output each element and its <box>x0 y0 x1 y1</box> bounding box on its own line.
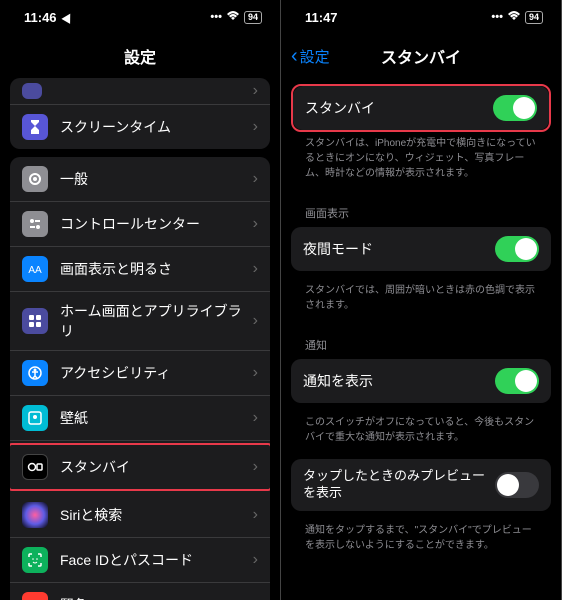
row-partial[interactable]: › <box>10 78 270 105</box>
battery-icon: 94 <box>244 11 262 24</box>
navbar: 設定 <box>0 34 280 78</box>
status-bar: 11:46 ••• 94 <box>0 0 280 34</box>
night-footer: スタンバイでは、周囲が暗いときは赤の色調で表示されます。 <box>291 279 551 327</box>
brightness-icon: AA <box>22 256 48 282</box>
page-title: スタンバイ <box>381 44 461 68</box>
clock: 11:46 <box>24 10 57 25</box>
row-display[interactable]: AA 画面表示と明るさ › <box>10 247 270 292</box>
sliders-icon <box>22 211 48 237</box>
chevron-right-icon: › <box>253 596 258 600</box>
svg-text:AA: AA <box>28 265 42 276</box>
row-faceid[interactable]: Face IDとパスコード › <box>10 538 270 583</box>
row-show-notifications[interactable]: 通知を表示 <box>291 359 551 403</box>
row-night-mode[interactable]: 夜間モード <box>291 227 551 271</box>
wallpaper-icon <box>22 405 48 431</box>
row-siri[interactable]: Siriと検索 › <box>10 493 270 538</box>
navbar: ‹ 設定 スタンバイ <box>281 34 561 78</box>
wifi-icon <box>226 11 240 24</box>
chevron-right-icon: › <box>253 506 258 524</box>
chevron-right-icon: › <box>253 82 258 100</box>
show-notif-toggle[interactable] <box>495 368 539 394</box>
show-notif-footer: このスイッチがオフになっていると、今後もスタンバイで重大な通知が表示されます。 <box>291 411 551 459</box>
chevron-right-icon: › <box>253 215 258 233</box>
siri-icon <box>22 502 48 528</box>
location-icon <box>61 11 74 24</box>
row-accessibility[interactable]: アクセシビリティ › <box>10 351 270 396</box>
accessibility-icon <box>22 360 48 386</box>
back-button[interactable]: ‹ 設定 <box>291 46 330 67</box>
standby-settings-screen: 11:47 ••• 94 ‹ 設定 スタンバイ スタンバイ <box>281 0 562 600</box>
row-control-center[interactable]: コントロールセンター › <box>10 202 270 247</box>
chevron-right-icon: › <box>253 551 258 569</box>
wifi-icon <box>507 11 521 24</box>
cellular-icon: ••• <box>210 11 222 23</box>
gear-icon <box>22 166 48 192</box>
standby-toggle[interactable] <box>493 95 537 121</box>
chevron-left-icon: ‹ <box>291 46 298 66</box>
row-screentime[interactable]: スクリーンタイム › <box>10 105 270 149</box>
cellular-icon: ••• <box>491 11 503 23</box>
night-mode-toggle[interactable] <box>495 236 539 262</box>
chevron-right-icon: › <box>253 260 258 278</box>
standby-icon <box>22 454 48 480</box>
preview-footer: 通知をタップするまで、"スタンバイ"でプレビューを表示しないようにすることができ… <box>291 519 551 567</box>
status-bar: 11:47 ••• 94 <box>281 0 561 34</box>
preview-toggle[interactable] <box>495 472 539 498</box>
chevron-right-icon: › <box>253 458 258 476</box>
icon-partial <box>22 83 42 99</box>
battery-icon: 94 <box>525 11 543 24</box>
chevron-right-icon: › <box>253 170 258 188</box>
chevron-right-icon: › <box>253 364 258 382</box>
faceid-icon <box>22 547 48 573</box>
sos-icon: SOS <box>22 592 48 600</box>
grid-icon <box>22 308 48 334</box>
chevron-right-icon: › <box>253 312 258 330</box>
section-notifications: 通知 <box>291 327 551 359</box>
row-wallpaper[interactable]: 壁紙 › <box>10 396 270 441</box>
row-standby-toggle[interactable]: スタンバイ <box>293 86 549 130</box>
clock: 11:47 <box>305 10 338 25</box>
hourglass-icon <box>22 114 48 140</box>
settings-list[interactable]: › スクリーンタイム › 一般 › コン <box>0 78 280 600</box>
section-display: 画面表示 <box>291 195 551 227</box>
standby-list[interactable]: スタンバイ スタンバイは、iPhoneが充電中で横向きになっているときにオンにな… <box>281 78 561 600</box>
page-title: 設定 <box>124 44 156 68</box>
row-sos[interactable]: SOS 緊急SOS › <box>10 583 270 600</box>
chevron-right-icon: › <box>253 118 258 136</box>
row-standby[interactable]: スタンバイ › <box>10 443 270 491</box>
row-home[interactable]: ホーム画面とアプリライブラリ › <box>10 292 270 351</box>
standby-footer: スタンバイは、iPhoneが充電中で横向きになっているときにオンになり、ウィジェ… <box>291 132 551 195</box>
row-preview-on-tap[interactable]: タップしたときのみプレビューを表示 <box>291 459 551 511</box>
row-general[interactable]: 一般 › <box>10 157 270 202</box>
chevron-right-icon: › <box>253 409 258 427</box>
settings-screen: 11:46 ••• 94 設定 › スクリー <box>0 0 281 600</box>
